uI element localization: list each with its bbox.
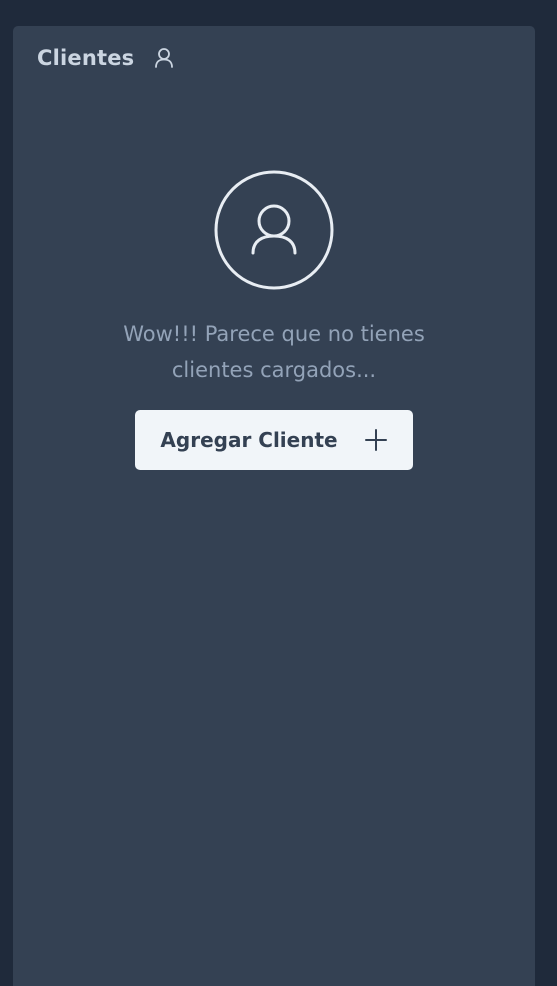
empty-message: Wow!!! Parece que no tienes clientes car… — [123, 322, 425, 382]
add-client-button[interactable]: Agregar Cliente — [135, 410, 413, 470]
panel-header: Clientes — [37, 42, 174, 74]
user-icon — [154, 47, 174, 69]
empty-state: Wow!!! Parece que no tienes clientes car… — [13, 170, 535, 470]
user-circle-icon — [214, 170, 334, 290]
plus-icon — [364, 428, 388, 452]
panel-title: Clientes — [37, 46, 135, 70]
add-client-button-label: Agregar Cliente — [160, 428, 338, 452]
clients-panel: Clientes Wow!!! Parece que no tienes cli… — [13, 26, 535, 986]
